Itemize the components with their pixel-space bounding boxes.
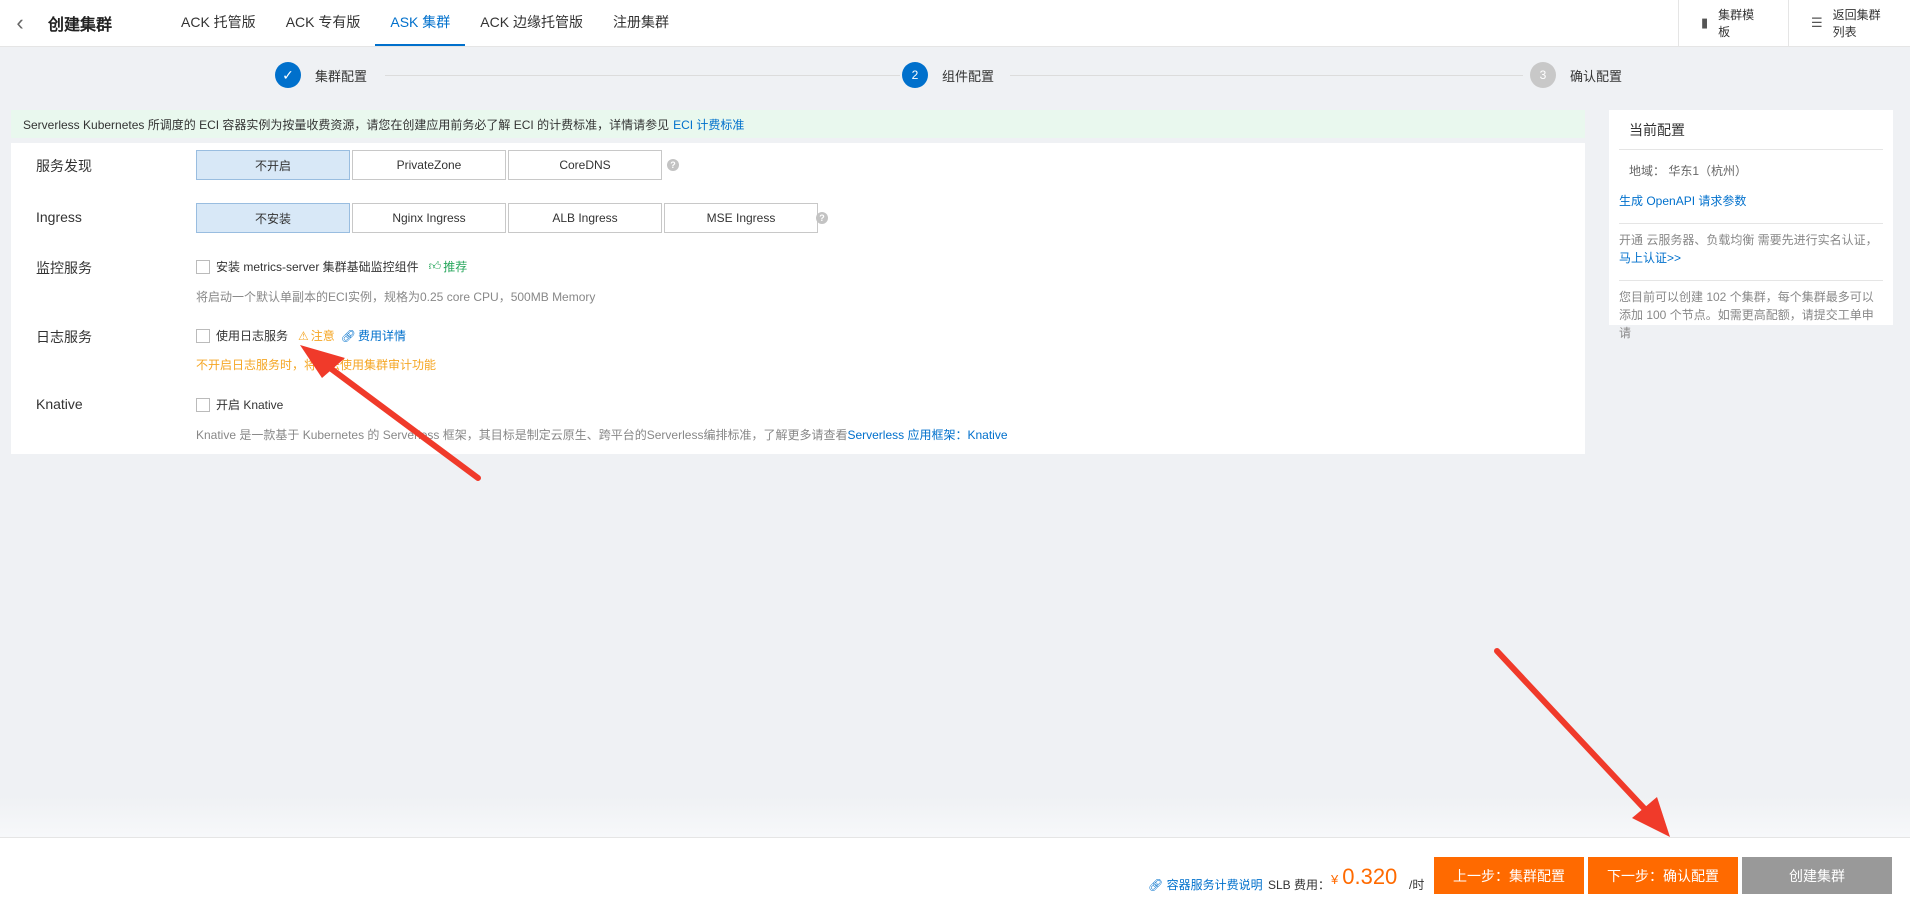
knative-checkbox[interactable] (196, 397, 210, 412)
page-title: 创建集群 (48, 17, 113, 34)
eci-billing-link[interactable]: ECI 计费标准 (673, 116, 744, 133)
log-service-option: 使用日志服务 ⚠ 注意 🔗︎ 费用详情 (196, 327, 406, 344)
option-nginx-ingress[interactable]: Nginx Ingress (352, 203, 506, 233)
fee-detail-link[interactable]: 费用详情 (358, 327, 406, 344)
divider (1619, 280, 1883, 281)
currency-symbol: ¥ (1331, 872, 1339, 887)
monitoring-label: 监控服务 (36, 260, 92, 276)
metrics-server-checkbox[interactable] (196, 259, 210, 274)
step-connector (385, 75, 900, 76)
price-unit: /时 (1409, 878, 1425, 892)
auth-link[interactable]: 马上认证>> (1619, 251, 1681, 265)
recommend-tag: 推荐 (443, 260, 468, 274)
component-config-form: 服务发现 不开启 PrivateZone CoreDNS ? Ingress 不… (11, 143, 1585, 454)
quota-notice: 您目前可以创建 102 个集群，每个集群最多可以添加 100 个节点。如需更高配… (1619, 290, 1874, 340)
step-connector (1010, 75, 1523, 76)
option-disabled[interactable]: 不开启 (196, 150, 350, 180)
warning-icon: ⚠ (298, 328, 309, 343)
step-label: 组件配置 (942, 68, 995, 84)
auth-text: 开通 云服务器、负载均衡 需要先进行实名认证， (1619, 233, 1878, 247)
ingress-selector: 不安装 Nginx Ingress ALB Ingress MSE Ingres… (196, 203, 818, 233)
thumbs-up-icon: 👍︎ (428, 259, 442, 273)
knative-desc: Knative 是一款基于 Kubernetes 的 Serverless 框架… (196, 426, 1008, 443)
notice-text: Serverless Kubernetes 所调度的 ECI 容器实例为按量收费… (23, 117, 670, 132)
fee-description-label: 容器服务计费说明 (1166, 878, 1263, 892)
metrics-server-label: 安装 metrics-server 集群基础监控组件 (216, 260, 419, 274)
list-icon: ☰ (1811, 15, 1823, 30)
metrics-server-option: 安装 metrics-server 集群基础监控组件 👍︎ 推荐 (196, 258, 467, 275)
option-mse-ingress[interactable]: MSE Ingress (664, 203, 818, 233)
next-step-button[interactable]: 下一步：确认配置 (1588, 857, 1738, 894)
knative-docs-link[interactable]: Serverless 应用框架：Knative (847, 428, 1007, 442)
logging-label: 日志服务 (36, 329, 92, 345)
footer-bar: 🔗︎ 容器服务计费说明 SLB 费用： ¥0.320 /时 上一步：集群配置 下… (0, 837, 1910, 911)
slb-fee-label: SLB 费用： (1268, 878, 1331, 892)
cluster-template-button[interactable]: ▮ 集群模板 (1678, 0, 1788, 46)
region-value: 地域： 华东1（杭州） (1629, 164, 1748, 178)
cluster-type-tabs: ACK 托管版 ACK 专有版 ASK 集群 ACK 边缘托管版 注册集群 (166, 0, 684, 46)
option-coredns[interactable]: CoreDNS (508, 150, 662, 180)
current-config-panel: 当前配置 地域： 华东1（杭州） 生成 OpenAPI 请求参数 开通 云服务器… (1609, 110, 1893, 340)
chevron-left-icon: ‹ (16, 10, 24, 35)
help-icon[interactable]: ? (667, 159, 679, 171)
create-cluster-button[interactable]: 创建集群 (1742, 857, 1892, 894)
tab-ack-edge[interactable]: ACK 边缘托管版 (465, 0, 598, 46)
slb-price: ¥0.320 (1331, 864, 1397, 890)
book-icon: ▮ (1701, 15, 1709, 30)
tab-register[interactable]: 注册集群 (598, 0, 684, 46)
auth-notice: 开通 云服务器、负载均衡 需要先进行实名认证， 马上认证>> (1609, 231, 1893, 267)
tab-ask[interactable]: ASK 集群 (375, 0, 466, 46)
back-to-list-button[interactable]: ☰ 返回集群列表 (1788, 0, 1910, 46)
knative-desc-text: Knative 是一款基于 Kubernetes 的 Serverless 框架… (196, 428, 848, 442)
check-icon: ✓ (275, 62, 301, 88)
eci-billing-notice: Serverless Kubernetes 所调度的 ECI 容器实例为按量收费… (11, 110, 1585, 138)
log-service-checkbox[interactable] (196, 328, 210, 343)
step-label: 确认配置 (1570, 68, 1623, 84)
tab-ack-managed[interactable]: ACK 托管版 (166, 0, 271, 46)
openapi-link[interactable]: 生成 OpenAPI 请求参数 (1609, 192, 1893, 210)
knative-label: Knative (36, 396, 83, 412)
step-label: 集群配置 (315, 68, 368, 84)
footer-shadow (0, 797, 1910, 837)
prev-step-button[interactable]: 上一步：集群配置 (1434, 857, 1584, 894)
link-icon: 🔗︎ (340, 328, 357, 343)
service-discovery-label: 服务发现 (36, 158, 92, 174)
link-icon: 🔗︎ (1148, 878, 1164, 892)
top-header: ‹ 创建集群 ACK 托管版 ACK 专有版 ASK 集群 ACK 边缘托管版 … (0, 0, 1910, 47)
knative-checkbox-label: 开启 Knative (216, 398, 284, 412)
fee-description-link[interactable]: 🔗︎ 容器服务计费说明 (1148, 876, 1263, 893)
wizard-steps: ✓ 集群配置 2 组件配置 3 确认配置 (275, 60, 1625, 90)
option-no-install[interactable]: 不安装 (196, 203, 350, 233)
help-icon[interactable]: ? (816, 212, 828, 224)
back-to-list-label: 返回集群列表 (1832, 8, 1881, 39)
warning-label: 注意 (310, 329, 335, 343)
knative-option: 开启 Knative (196, 396, 283, 413)
log-service-label: 使用日志服务 (216, 329, 289, 343)
logging-desc: 不开启日志服务时，将无法使用集群审计功能 (196, 358, 437, 372)
monitoring-desc: 将启动一个默认单副本的ECI实例，规格为0.25 core CPU，500MB … (196, 290, 596, 304)
step-number: 2 (902, 62, 928, 88)
current-config-title: 当前配置 (1619, 110, 1883, 150)
cluster-template-label: 集群模板 (1718, 8, 1755, 39)
price-value: 0.320 (1342, 864, 1398, 889)
back-button[interactable]: ‹ (0, 0, 40, 46)
step-cluster-config: ✓ 集群配置 (275, 62, 367, 88)
service-discovery-selector: 不开启 PrivateZone CoreDNS (196, 150, 662, 180)
ingress-label: Ingress (36, 209, 82, 225)
step-component-config: 2 组件配置 (902, 62, 994, 88)
step-confirm-config: 3 确认配置 (1530, 62, 1622, 88)
divider (1619, 223, 1883, 224)
step-number: 3 (1530, 62, 1556, 88)
option-privatezone[interactable]: PrivateZone (352, 150, 506, 180)
option-alb-ingress[interactable]: ALB Ingress (508, 203, 662, 233)
tab-ack-dedicated[interactable]: ACK 专有版 (271, 0, 376, 46)
